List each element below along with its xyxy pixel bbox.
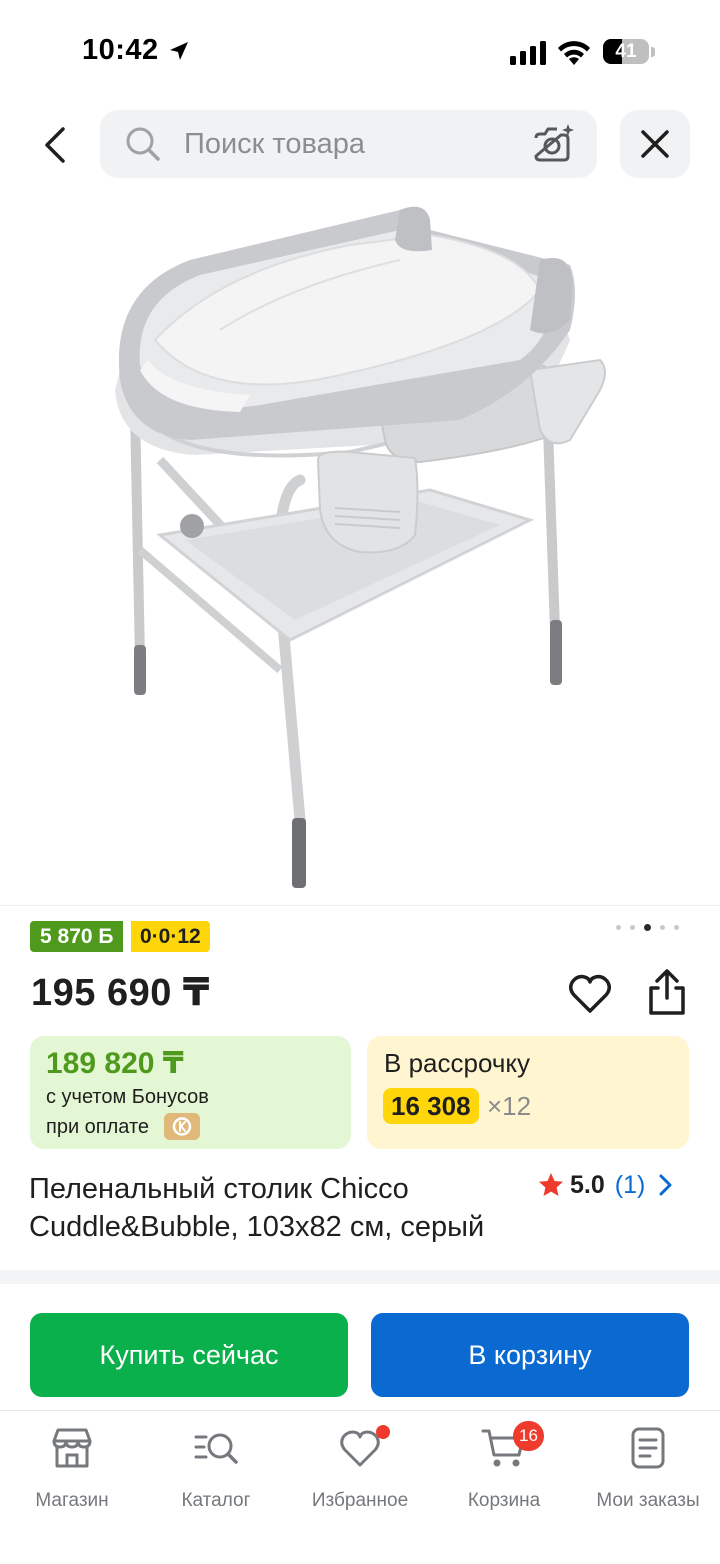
tab-shop[interactable]: Магазин (0, 1425, 144, 1521)
tab-label: Корзина (467, 1490, 541, 1511)
product-title: Пеленальный столик Chicco Cuddle&Bubble,… (29, 1173, 485, 1243)
pager-dot[interactable] (660, 925, 665, 930)
shop-icon (52, 1428, 92, 1468)
close-button[interactable] (620, 110, 690, 178)
search-input[interactable] (184, 110, 514, 178)
camera-search-icon[interactable] (530, 122, 576, 166)
installment-card[interactable]: В рассрочку 16 308 ×12 (367, 1036, 689, 1149)
star-icon (539, 1173, 563, 1196)
tab-favorites[interactable]: Избранное (288, 1425, 432, 1521)
tab-label: Магазин (35, 1490, 109, 1511)
status-bar: 10:42 41 (0, 0, 720, 100)
tab-label: Избранное (311, 1490, 409, 1511)
bonus-price-card[interactable]: 189 820 ₸ с учетом Бонусов при оплате (30, 1036, 351, 1149)
bonus-note-line1: с учетом Бонусов (46, 1086, 209, 1108)
tab-cart[interactable]: 16 Корзина (432, 1421, 576, 1521)
rating-summary[interactable]: 5.0 (1) (538, 1168, 675, 1202)
cellular-signal-icon (510, 41, 546, 65)
bonus-note-line2: при оплате (46, 1116, 150, 1138)
pager-dot[interactable] (630, 925, 635, 930)
rating-value: 5.0 (570, 1170, 605, 1199)
installment-title: В рассрочку (384, 1048, 531, 1078)
bottom-tab-bar: Магазин Каталог Избранное 16 Корзина Мои… (0, 1410, 720, 1564)
battery-percent: 41 (615, 41, 637, 62)
image-pager[interactable] (616, 924, 679, 931)
product-price: 195 690 ₸ (31, 972, 210, 1014)
rating-count: (1) (614, 1170, 646, 1199)
back-button[interactable] (24, 115, 84, 175)
chevron-left-icon (45, 127, 65, 163)
pager-dot[interactable] (674, 925, 679, 930)
status-time: 10:42 (82, 34, 159, 66)
pager-dot[interactable] (644, 924, 651, 931)
wifi-icon (558, 41, 590, 65)
kaspi-logo-icon (164, 1113, 200, 1140)
tab-orders[interactable]: Мои заказы (576, 1425, 720, 1521)
search-icon (126, 127, 160, 161)
location-arrow-icon (170, 42, 188, 60)
battery-indicator: 41 (603, 39, 649, 64)
product-image[interactable] (100, 190, 620, 902)
tab-label: Каталог (181, 1490, 251, 1511)
chevron-right-icon (659, 1174, 672, 1196)
add-to-cart-button[interactable]: В корзину (371, 1313, 689, 1397)
section-divider (0, 1270, 720, 1284)
bonus-badge: 5 870 Б (30, 921, 124, 952)
pager-dot[interactable] (616, 925, 621, 930)
close-icon (641, 130, 669, 158)
heart-icon[interactable] (566, 970, 614, 1018)
notification-dot (376, 1425, 390, 1439)
search-bar[interactable] (100, 110, 597, 178)
bonus-price: 189 820 ₸ (46, 1047, 184, 1080)
cart-count-badge: 16 (513, 1421, 544, 1451)
tab-catalog[interactable]: Каталог (144, 1425, 288, 1521)
installment-badge: 0·0·12 (131, 921, 210, 952)
orders-icon (631, 1427, 665, 1469)
installment-amount: 16 308 (383, 1088, 479, 1124)
buy-now-button[interactable]: Купить сейчас (30, 1313, 348, 1397)
installment-months: ×12 (487, 1091, 532, 1121)
tab-label: Мои заказы (596, 1490, 700, 1511)
battery-tip (651, 47, 655, 57)
catalog-search-icon (194, 1433, 238, 1464)
share-icon[interactable] (643, 968, 691, 1018)
